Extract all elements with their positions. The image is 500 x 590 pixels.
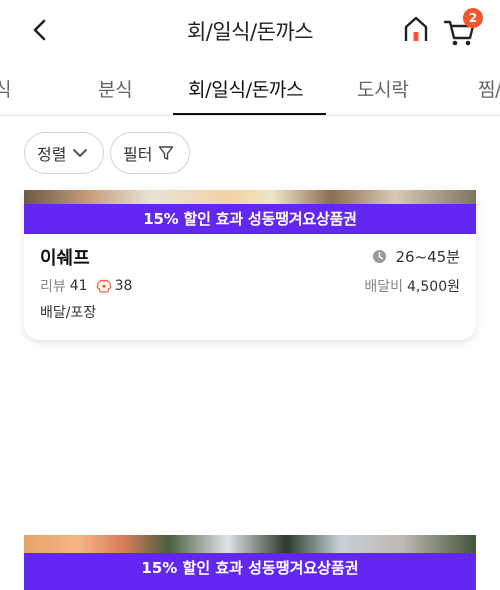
filter-label: 필터 [123, 145, 153, 164]
delivery-type: 배달/포장 [40, 305, 97, 321]
like-count: 38 [114, 278, 133, 294]
cart-count-badge: 2 [463, 8, 483, 28]
tab-item[interactable]: 도시락 [357, 75, 409, 102]
store-card[interactable]: 15% 할인 효과 성동땡겨요상품권 [24, 535, 476, 590]
funnel-icon [159, 146, 174, 160]
delivery-time: 26~45분 [372, 246, 460, 267]
promo-banner: 15% 할인 효과 성동땡겨요상품권 [24, 204, 476, 234]
tab-item[interactable]: 분식 [98, 75, 133, 102]
store-photo [24, 535, 476, 553]
app-header: 회/일식/돈까스 2 [0, 0, 500, 62]
promo-banner: 15% 할인 효과 성동땡겨요상품권 [24, 553, 476, 590]
home-button[interactable] [400, 14, 432, 46]
category-tabs: 식 분식 회/일식/돈까스 도시락 찜/ [0, 62, 500, 116]
tab-item[interactable]: 식 [0, 75, 11, 102]
filter-button[interactable]: 필터 [110, 132, 190, 174]
store-photo [24, 190, 476, 204]
clock-icon [373, 249, 387, 264]
review-info: 리뷰 41 38 [40, 276, 132, 296]
home-icon [404, 16, 428, 41]
tab-item-active[interactable]: 회/일식/돈까스 [188, 75, 304, 102]
sort-label: 정렬 [37, 145, 67, 164]
review-label: 리뷰 [40, 279, 66, 295]
review-count: 41 [69, 278, 88, 294]
sort-button[interactable]: 정렬 [24, 132, 104, 174]
like-icon [96, 279, 111, 293]
chevron-down-icon [73, 149, 88, 157]
filter-bar: 정렬 필터 [0, 116, 500, 190]
store-card[interactable]: 15% 할인 효과 성동땡겨요상품권 이쉐프 26~45분 리뷰 41 38 배… [24, 190, 476, 340]
delivery-time-value: 26~45분 [395, 248, 460, 266]
delivery-fee-value: 4,500원 [407, 279, 460, 295]
delivery-fee: 배달비 4,500원 [364, 276, 460, 296]
store-name: 이쉐프 [40, 248, 90, 269]
tab-item[interactable]: 찜/ [478, 75, 500, 102]
delivery-fee-label: 배달비 [364, 279, 404, 295]
